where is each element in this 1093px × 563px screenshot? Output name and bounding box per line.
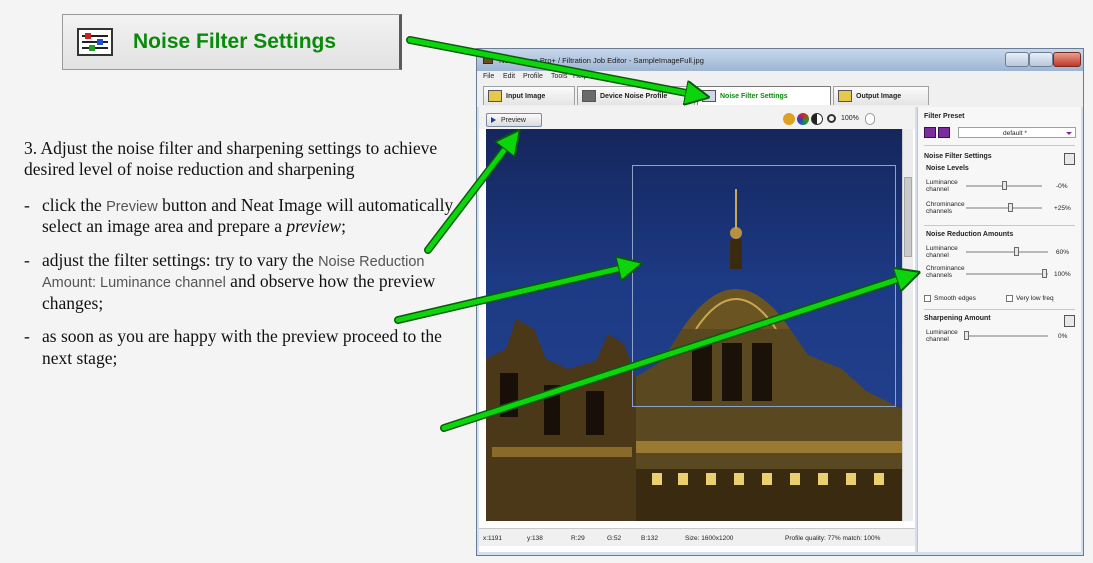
title-bar: Neat Image Pro+ / Filtration Job Editor …	[477, 49, 1083, 71]
palette-icon[interactable]	[783, 113, 795, 125]
status-profile-quality: Profile quality: 77% match: 100%	[785, 535, 881, 542]
photo-preview[interactable]	[486, 129, 902, 521]
very-low-freq-checkbox[interactable]	[1006, 295, 1013, 302]
sharpening-luminance-label: Luminance channel	[926, 329, 958, 344]
bullet-preview: click the Preview button and Neat Image …	[24, 195, 464, 238]
zoom-level: 100%	[841, 115, 859, 122]
tab-row: Input Image Device Noise Profile Noise F…	[477, 83, 1083, 107]
save-preset-button[interactable]	[938, 127, 950, 138]
luminance-amount-slider[interactable]	[966, 247, 1048, 256]
slider-knob[interactable]	[1014, 247, 1019, 256]
output-image-icon	[838, 90, 852, 102]
vertical-scrollbar[interactable]	[902, 129, 913, 521]
menu-help[interactable]: Help	[573, 73, 587, 80]
load-preset-button[interactable]	[924, 127, 936, 138]
minimize-button[interactable]	[1005, 52, 1029, 67]
tab-input-image[interactable]: Input Image	[483, 86, 575, 105]
maximize-button[interactable]	[1029, 52, 1053, 67]
reset-sharpening-icon[interactable]	[1064, 315, 1075, 327]
tab-device-noise-profile[interactable]: Device Noise Profile	[577, 86, 695, 105]
image-view: Preview 100% x:1191 y:138 R:29 G:52 B:13…	[479, 107, 915, 552]
slider-knob[interactable]	[1042, 269, 1047, 278]
sharpening-amount-header: Sharpening Amount	[924, 315, 991, 322]
bullet-proceed: as soon as you are happy with the previe…	[24, 326, 464, 369]
luminance-level-slider[interactable]	[966, 181, 1042, 190]
menu-profile[interactable]: Profile	[523, 73, 543, 80]
status-b: B:132	[641, 535, 658, 542]
app-window: Neat Image Pro+ / Filtration Job Editor …	[476, 48, 1084, 556]
settings-sliders-icon	[77, 28, 113, 56]
luminance-amount-label: Luminance channel	[926, 245, 958, 260]
slider-knob[interactable]	[1008, 203, 1013, 212]
preview-reference: Preview	[106, 198, 158, 215]
callout-label: Noise Filter Settings	[133, 30, 337, 53]
preview-area-frame[interactable]	[632, 165, 896, 407]
filter-settings-icon	[702, 90, 716, 102]
app-icon	[483, 55, 493, 64]
chrominance-amount-slider[interactable]	[966, 269, 1048, 278]
menu-bar: File Edit Profile Tools Help	[477, 71, 1083, 83]
chrominance-amount-label: Chrominance channels	[926, 265, 965, 280]
chrominance-level-label: Chrominance channels	[926, 201, 965, 216]
noise-reduction-amounts-header: Noise Reduction Amounts	[926, 231, 1014, 238]
instructions: 3. Adjust the noise filter and sharpenin…	[24, 138, 464, 381]
view-toolbar: Preview 100%	[479, 107, 915, 129]
smooth-edges-checkbox[interactable]	[924, 295, 931, 302]
settings-panel: Filter Preset default * Noise Filter Set…	[917, 107, 1081, 552]
color-channels-icon[interactable]	[797, 113, 809, 125]
contrast-icon[interactable]	[811, 113, 823, 125]
luminance-level-value: -0%	[1056, 183, 1068, 190]
very-low-freq-label: Very low freq	[1016, 295, 1054, 302]
step-intro: 3. Adjust the noise filter and sharpenin…	[24, 138, 438, 180]
play-icon	[491, 117, 496, 123]
noise-filter-settings-callout: Noise Filter Settings	[62, 14, 402, 70]
status-g: G:52	[607, 535, 622, 542]
sharpening-slider[interactable]	[964, 331, 1048, 340]
tab-noise-filter-settings[interactable]: Noise Filter Settings	[697, 86, 831, 105]
sharpening-value: 0%	[1058, 333, 1068, 340]
scrollbar-thumb[interactable]	[904, 177, 912, 257]
chrominance-level-slider[interactable]	[966, 203, 1042, 212]
status-x: x:1191	[483, 535, 503, 542]
device-profile-icon	[582, 90, 596, 102]
zoom-spinner[interactable]	[865, 113, 875, 125]
menu-file[interactable]: File	[483, 73, 494, 80]
input-image-icon	[488, 90, 502, 102]
chrominance-level-value: +25%	[1054, 205, 1071, 212]
tab-output-image[interactable]: Output Image	[833, 86, 929, 105]
reset-filter-icon[interactable]	[1064, 153, 1075, 165]
chevron-down-icon	[1066, 132, 1072, 135]
close-button[interactable]	[1053, 52, 1081, 67]
menu-tools[interactable]: Tools	[551, 73, 567, 80]
menu-edit[interactable]: Edit	[503, 73, 515, 80]
slider-knob[interactable]	[964, 331, 969, 340]
luminance-level-label: Luminance channel	[926, 179, 958, 194]
noise-levels-header: Noise Levels	[926, 165, 969, 172]
preset-dropdown[interactable]: default *	[958, 127, 1076, 138]
status-y: y:138	[527, 535, 543, 542]
slider-knob[interactable]	[1002, 181, 1007, 190]
zoom-icon[interactable]	[827, 114, 836, 123]
noise-filter-settings-header: Noise Filter Settings	[924, 153, 992, 160]
preview-button[interactable]: Preview	[486, 113, 542, 127]
status-bar: x:1191 y:138 R:29 G:52 B:132 Size: 1600x…	[479, 528, 915, 546]
smooth-edges-label: Smooth edges	[934, 295, 976, 302]
luminance-amount-value: 60%	[1056, 249, 1070, 256]
window-title: Neat Image Pro+ / Filtration Job Editor …	[499, 56, 704, 65]
bullet-adjust: adjust the filter settings: try to vary …	[24, 250, 464, 315]
status-r: R:29	[571, 535, 585, 542]
chrominance-amount-value: 100%	[1054, 271, 1071, 278]
filter-preset-header: Filter Preset	[924, 113, 965, 120]
status-size: Size: 1600x1200	[685, 535, 734, 542]
